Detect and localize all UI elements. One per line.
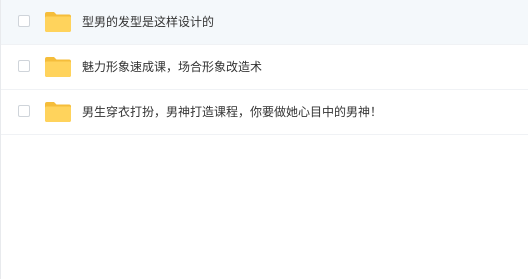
- file-row[interactable]: 型男的发型是这样设计的: [1, 0, 528, 45]
- folder-icon: [44, 56, 72, 78]
- row-checkbox[interactable]: [18, 15, 30, 27]
- file-row[interactable]: 魅力形象速成课，场合形象改造术: [1, 45, 528, 90]
- file-row[interactable]: 男生穿衣打扮，男神打造课程，你要做她心目中的男神！: [1, 90, 528, 135]
- row-checkbox[interactable]: [18, 60, 30, 72]
- file-name[interactable]: 男生穿衣打扮，男神打造课程，你要做她心目中的男神！: [82, 104, 382, 120]
- folder-icon: [44, 101, 72, 123]
- file-list: 型男的发型是这样设计的 魅力形象速成课，场合形象改造术 男生穿衣打扮，男神打造课…: [0, 0, 528, 279]
- file-name[interactable]: 魅力形象速成课，场合形象改造术: [82, 59, 262, 75]
- row-checkbox[interactable]: [18, 105, 30, 117]
- file-name[interactable]: 型男的发型是这样设计的: [82, 14, 214, 30]
- folder-icon: [44, 11, 72, 33]
